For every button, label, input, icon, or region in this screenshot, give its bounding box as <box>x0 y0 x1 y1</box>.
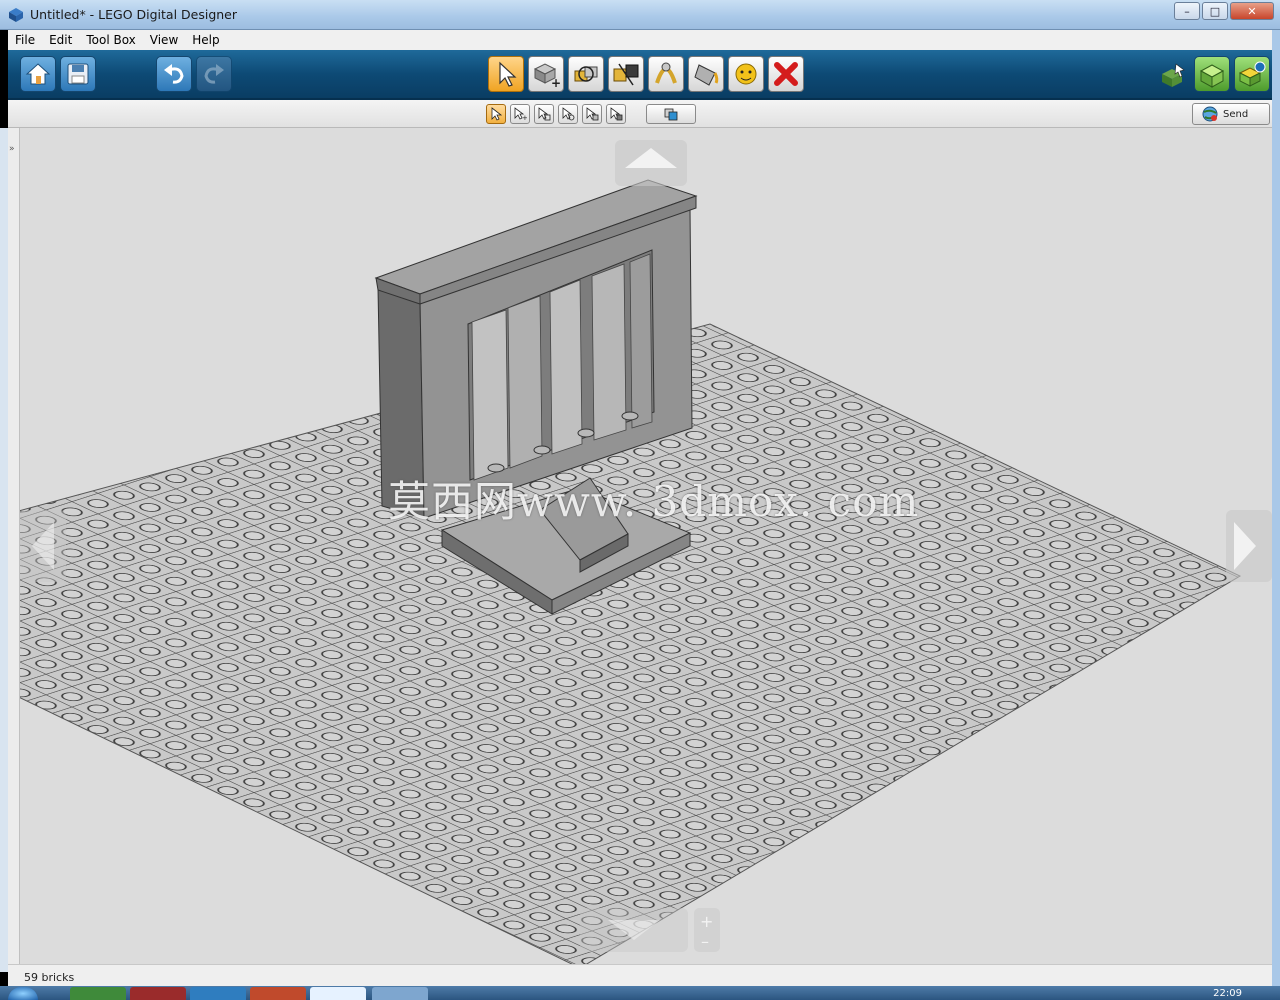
title-bar: Untitled* - LEGO Digital Designer – □ ✕ <box>0 0 1280 30</box>
invert-selection-icon <box>664 108 678 121</box>
delete-icon <box>774 62 798 86</box>
hinge-tool-button[interactable] <box>568 56 604 92</box>
maximize-button[interactable]: □ <box>1202 2 1228 20</box>
svg-text:+: + <box>700 912 713 931</box>
multi-select-button[interactable]: + <box>510 104 530 124</box>
send-button[interactable]: Send <box>1192 103 1270 125</box>
hinge-align-icon <box>613 63 639 86</box>
select-arrow-small-icon <box>491 107 502 121</box>
build-mode-button[interactable] <box>1158 60 1188 90</box>
redo-button[interactable] <box>196 56 232 92</box>
window-frame-left <box>0 128 8 972</box>
hide-tool-button[interactable] <box>728 56 764 92</box>
select-shape-icon <box>586 107 599 121</box>
building-guide-button[interactable] <box>1234 56 1270 92</box>
select-shape-button[interactable] <box>582 104 602 124</box>
sub-toolbar: + Send <box>8 100 1272 128</box>
close-button[interactable]: ✕ <box>1230 2 1274 20</box>
taskbar-app-chrome[interactable] <box>250 987 306 1000</box>
menu-edit[interactable]: Edit <box>42 33 79 47</box>
camera-rotate-down-button[interactable] <box>580 908 688 952</box>
hinge-align-tool-button[interactable] <box>608 56 644 92</box>
select-connected-icon <box>538 107 551 121</box>
undo-icon <box>164 64 184 84</box>
menu-bar: File Edit Tool Box View Help <box>8 30 1272 50</box>
menu-view[interactable]: View <box>143 33 185 47</box>
undo-button[interactable] <box>156 56 192 92</box>
select-tool-button[interactable] <box>488 56 524 92</box>
lego-app-icon <box>9 8 23 22</box>
taskbar-clock: 22:09 <box>1213 988 1242 999</box>
view-mode-button[interactable] <box>1194 56 1230 92</box>
view-mode-icon <box>1199 64 1225 88</box>
select-plus-icon: + <box>514 107 527 121</box>
hinge-icon <box>574 66 598 82</box>
scene-canvas: + – <box>20 140 1272 964</box>
svg-text:+: + <box>522 114 527 121</box>
taskbar-app-minecraft[interactable] <box>70 987 126 1000</box>
build-mode-icon <box>1162 63 1185 87</box>
taskbar-app-ie[interactable] <box>190 987 246 1000</box>
select-connected-button[interactable] <box>534 104 554 124</box>
clone-brick-icon: + <box>533 63 561 89</box>
camera-rotate-left-button[interactable] <box>20 510 66 582</box>
zoom-controls[interactable]: + – <box>694 908 720 952</box>
watermark-text: 莫西网www. 3dmox. com <box>388 477 920 526</box>
building-guide-icon <box>1238 61 1266 87</box>
svg-text:–: – <box>701 932 709 951</box>
select-color-shape-icon <box>610 107 623 121</box>
paint-bucket-icon <box>694 64 719 86</box>
expand-arrow-icon: » <box>9 144 15 154</box>
redo-icon <box>204 64 224 84</box>
os-taskbar: 22:09 <box>0 986 1280 1000</box>
brick-count: 59 bricks <box>24 971 75 984</box>
home-icon <box>25 63 51 85</box>
status-bar: 59 bricks <box>8 964 1272 986</box>
select-color-icon <box>562 107 575 121</box>
brick-palette-collapsed[interactable]: » <box>8 128 20 964</box>
send-label: Send <box>1223 108 1249 120</box>
menu-file[interactable]: File <box>8 33 42 47</box>
camera-rotate-up-button[interactable] <box>615 140 687 186</box>
menu-toolbox[interactable]: Tool Box <box>79 33 142 47</box>
save-button[interactable] <box>60 56 96 92</box>
window-frame-right <box>1272 30 1280 986</box>
taskbar-app-opera[interactable] <box>130 987 186 1000</box>
home-button[interactable] <box>20 56 56 92</box>
window-title: Untitled* - LEGO Digital Designer <box>30 7 238 22</box>
main-toolbar: + <box>8 50 1272 100</box>
save-icon <box>67 63 89 85</box>
single-select-button[interactable] <box>486 104 506 124</box>
send-globe-icon <box>1202 106 1218 122</box>
build-viewport[interactable]: + – 莫西网www. 3dmox. com <box>20 128 1272 964</box>
invert-selection-button[interactable] <box>646 104 696 124</box>
svg-text:+: + <box>551 76 561 89</box>
minimize-button[interactable]: – <box>1174 2 1200 20</box>
taskbar-app-lego[interactable] <box>372 987 428 1000</box>
camera-rotate-right-button[interactable] <box>1226 510 1272 582</box>
delete-tool-button[interactable] <box>768 56 804 92</box>
hide-icon <box>735 63 757 85</box>
taskbar-app-skype[interactable] <box>310 987 366 1000</box>
clone-tool-button[interactable]: + <box>528 56 564 92</box>
select-color-button[interactable] <box>558 104 578 124</box>
start-button[interactable] <box>8 987 38 1000</box>
menu-help[interactable]: Help <box>185 33 226 47</box>
select-arrow-icon <box>499 61 517 87</box>
paint-tool-button[interactable] <box>688 56 724 92</box>
flex-icon <box>655 62 677 84</box>
select-color-shape-button[interactable] <box>606 104 626 124</box>
flex-tool-button[interactable] <box>648 56 684 92</box>
